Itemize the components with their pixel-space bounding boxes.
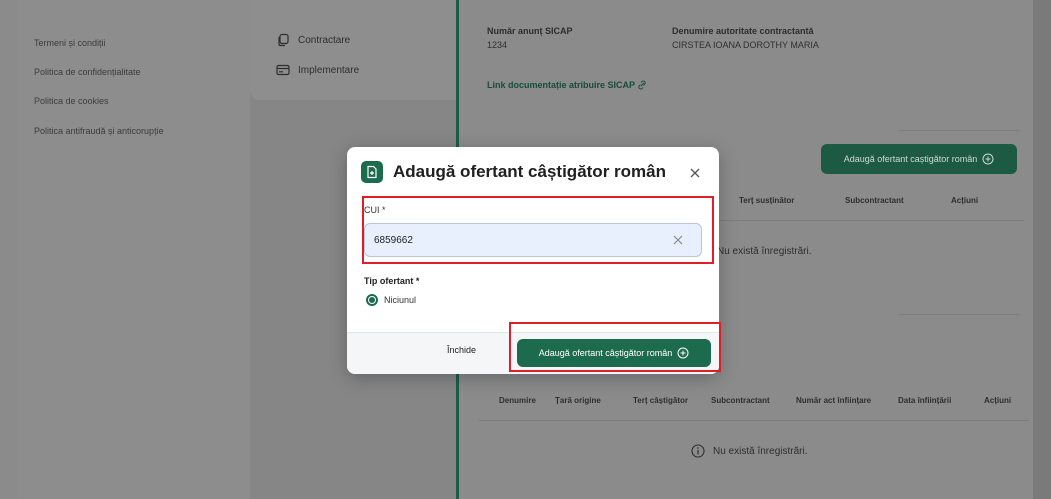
empty-text: Nu există înregistrări. <box>713 445 808 457</box>
cookies-link[interactable]: Politica de cookies <box>34 96 109 106</box>
radio-label: Niciunul <box>384 295 417 305</box>
footer-links-column: Termeni și condiții Politica de confiden… <box>18 0 250 499</box>
table-divider <box>714 220 1024 221</box>
divider-line <box>899 314 1019 315</box>
table-header: Acțiuni <box>951 196 979 205</box>
empty-state-1: Nu există înregistrări. <box>717 246 811 257</box>
sicap-doc-link[interactable]: Link documentație atribuire SICAP <box>487 80 647 90</box>
table-header: Subcontractant <box>845 196 904 205</box>
table-header: Data înființării <box>898 396 952 405</box>
cui-highlight-frame <box>362 196 714 264</box>
divider-line <box>899 130 1019 131</box>
table-header: Număr act înființare <box>796 396 872 405</box>
nav-item-implementare[interactable]: Implementare <box>276 63 359 77</box>
table-header: Acțiuni <box>984 396 1012 405</box>
nav-item-contractare[interactable]: Contractare <box>276 33 350 47</box>
radio-niciunul[interactable]: Niciunul <box>366 294 416 306</box>
table-header: Subcontractant <box>711 396 770 405</box>
link-icon <box>638 80 647 90</box>
file-add-icon <box>361 161 383 183</box>
table-divider <box>479 420 1029 421</box>
close-icon[interactable] <box>685 163 705 183</box>
page-edge <box>1033 0 1051 499</box>
nav-panel <box>250 0 457 100</box>
nav-item-label: Implementare <box>298 64 360 76</box>
privacy-link[interactable]: Politica de confidențialitate <box>34 67 141 77</box>
table-header: Denumire <box>499 396 536 405</box>
radio-selected-icon[interactable] <box>366 294 378 306</box>
copy-icon <box>278 33 289 47</box>
nav-item-label: Contractare <box>298 34 351 46</box>
close-button[interactable]: Închide <box>447 345 476 355</box>
table-header: Terț susținător <box>739 196 795 205</box>
terms-link[interactable]: Termeni și condiții <box>34 38 106 48</box>
table-header: Terț câștigător <box>633 396 688 405</box>
table-header: Țară origine <box>555 396 601 405</box>
dialog-title: Adaugă ofertant câștigător român <box>393 162 666 181</box>
antifraud-link[interactable]: Politica antifraudă și anticorupție <box>34 126 164 136</box>
info-icon <box>691 444 705 458</box>
authority-label: Denumire autoritate contractantă <box>672 26 814 36</box>
sicap-label: Număr anunț SICAP <box>487 26 573 36</box>
sicap-value: 1234 <box>487 40 508 50</box>
empty-state-2: Nu există înregistrări. <box>691 444 807 458</box>
dialog-header: Adaugă ofertant câștigător român <box>361 161 666 183</box>
doc-link-text: Link documentație atribuire SICAP <box>487 80 635 90</box>
credit-card-icon <box>276 64 290 76</box>
add-winner-button-label: Adaugă ofertant caștigător român <box>843 154 978 164</box>
add-button-highlight-frame <box>509 322 721 372</box>
plus-circle-icon <box>982 153 994 165</box>
empty-text: Nu există înregistrări. <box>717 246 812 257</box>
authority-value: CIRSTEA IOANA DOROTHY MARIA <box>672 40 819 50</box>
add-winner-button-bg[interactable]: Adaugă ofertant caștigător român <box>821 144 1017 174</box>
tip-ofertant-label: Tip ofertant * <box>364 276 420 286</box>
